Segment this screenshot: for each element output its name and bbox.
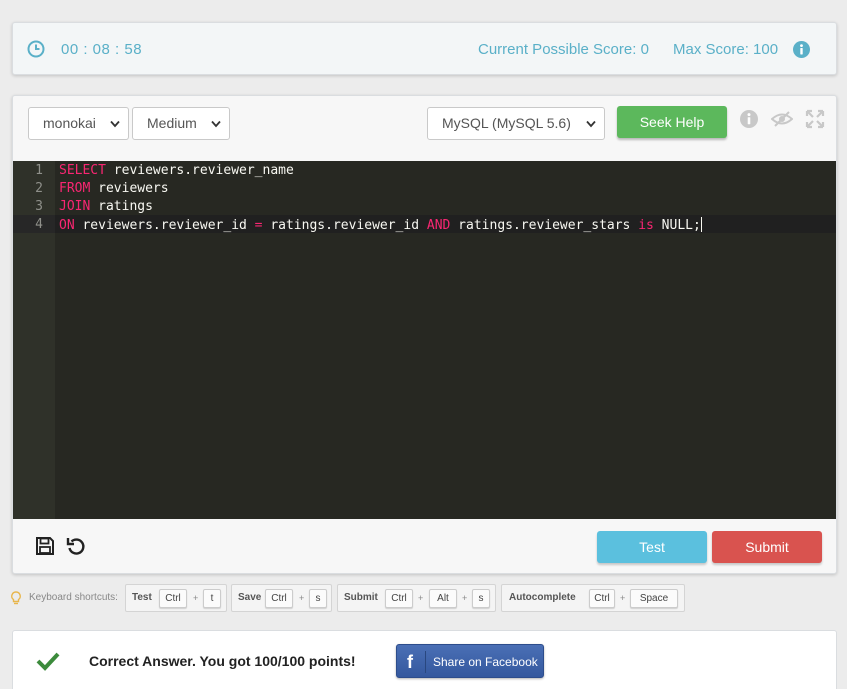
code-text: reviewers [90,181,169,196]
eye-slash-icon[interactable] [771,109,793,129]
code-text: NULL; [653,218,701,233]
line-number: 1 [35,163,43,178]
submit-button[interactable]: Submit [712,531,822,563]
result-message: Correct Answer. You got 100/100 points! [89,653,356,669]
code-keyword: SELECT [59,163,106,178]
language-select-value: MySQL (MySQL 5.6) [442,115,571,131]
shortcut-save: Save Ctrl + s [231,584,332,612]
lightbulb-icon [11,591,21,605]
theme-select[interactable]: monokai [28,107,129,140]
shortcuts-label: Keyboard shortcuts: [29,592,118,603]
code-keyword: JOIN [59,199,91,214]
code-keyword: is [638,218,654,233]
facebook-icon: f [407,652,413,672]
font-size-select-value: Medium [147,115,197,131]
chevron-down-icon [211,120,221,128]
current-score: Current Possible Score: 0 [478,41,649,58]
key-ctrl: Ctrl [589,589,615,608]
code-line: FROM reviewers [59,181,169,196]
chevron-down-icon [110,120,120,128]
code-text: reviewers.reviewer_id [74,218,255,233]
code-text: ratings.reviewer_id [262,218,427,233]
seek-help-button[interactable]: Seek Help [617,106,727,138]
language-select[interactable]: MySQL (MySQL 5.6) [427,107,605,140]
code-keyword: = [254,218,263,233]
save-icon[interactable] [35,536,55,556]
code-line: ON reviewers.reviewer_id = ratings.revie… [59,217,702,233]
key-space: Space [630,589,678,608]
undo-icon[interactable] [66,536,86,556]
key-ctrl: Ctrl [265,589,293,608]
share-facebook-button[interactable]: f Share on Facebook [396,644,544,678]
share-facebook-label: Share on Facebook [433,655,538,669]
chevron-down-icon [586,120,596,128]
key-s: s [309,589,327,608]
key-s: s [472,589,490,608]
code-text: ratings [90,199,153,214]
check-icon [36,652,60,671]
test-button[interactable]: Test [597,531,707,563]
code-keyword: ON [59,218,75,233]
expand-icon[interactable] [805,109,825,129]
code-keyword: AND [426,218,451,233]
key-t: t [203,589,221,608]
timer-bar: 00 : 08 : 58 Current Possible Score: 0 M… [12,22,837,75]
code-keyword: FROM [59,181,91,196]
line-number: 4 [35,217,43,232]
code-text: reviewers.reviewer_name [105,163,294,178]
text-cursor [700,217,702,232]
code-text: ratings.reviewer_stars [450,218,639,233]
editor-panel: monokai Medium MySQL (MySQL 5.6) Seek He… [12,95,837,574]
info-icon[interactable] [739,109,759,129]
theme-select-value: monokai [43,115,96,131]
line-number: 2 [35,181,43,196]
code-line: JOIN ratings [59,199,153,214]
code-editor[interactable]: 1 2 3 4 SELECT reviewers.reviewer_name FROM r… [13,161,836,519]
shortcut-autocomplete: Autocomplete Ctrl + Space [501,584,685,612]
clock-icon [27,40,45,58]
info-icon[interactable] [793,41,810,58]
key-ctrl: Ctrl [385,589,413,608]
key-alt: Alt [429,589,457,608]
shortcut-test: Test Ctrl + t [125,584,227,612]
key-ctrl: Ctrl [159,589,187,608]
result-panel: Correct Answer. You got 100/100 points! … [12,630,837,689]
shortcut-submit: Submit Ctrl + Alt + s [337,584,496,612]
editor-footer: Test Submit [13,519,836,573]
timer-display: 00 : 08 : 58 [61,41,143,58]
line-number: 3 [35,199,43,214]
max-score: Max Score: 100 [673,41,779,58]
code-line: SELECT reviewers.reviewer_name [59,163,294,178]
font-size-select[interactable]: Medium [132,107,230,140]
